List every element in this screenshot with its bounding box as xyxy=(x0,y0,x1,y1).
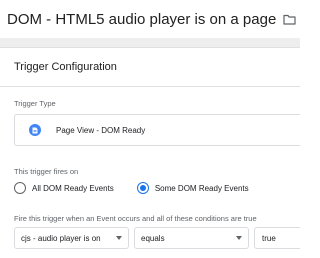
folder-icon[interactable] xyxy=(283,14,296,25)
chevron-down-icon xyxy=(116,236,122,240)
condition-variable-value: cjs - audio player is on xyxy=(21,233,101,243)
radio-unchecked-icon xyxy=(14,182,26,194)
conditions-label: Fire this trigger when an Event occurs a… xyxy=(14,214,257,223)
radio-label: Some DOM Ready Events xyxy=(154,183,249,193)
trigger-type-label: Trigger Type xyxy=(14,99,56,108)
tag-header: DOM - HTML5 audio player is on a page xyxy=(0,0,300,38)
fires-on-label: This trigger fires on xyxy=(14,167,79,176)
trigger-name-title[interactable]: DOM - HTML5 audio player is on a page xyxy=(7,11,276,28)
card-title: Trigger Configuration xyxy=(14,61,117,73)
condition-variable-select[interactable]: cjs - audio player is on xyxy=(14,227,129,249)
page-view-icon xyxy=(29,124,41,136)
condition-value-input[interactable] xyxy=(254,227,300,249)
chevron-down-icon xyxy=(236,236,242,240)
radio-some-dom-ready-events[interactable]: Some DOM Ready Events xyxy=(136,182,249,194)
trigger-type-value: Page View - DOM Ready xyxy=(56,125,146,135)
radio-checked-icon xyxy=(136,182,149,194)
trigger-type-selector[interactable]: Page View - DOM Ready xyxy=(14,114,300,146)
card-divider xyxy=(0,86,300,87)
condition-operator-value: equals xyxy=(141,233,165,243)
radio-label: All DOM Ready Events xyxy=(32,183,114,193)
radio-dot xyxy=(139,185,146,191)
trigger-configuration-card: Trigger Configuration Trigger Type Page … xyxy=(0,47,300,258)
fires-on-radio-group: All DOM Ready Events Some DOM Ready Even… xyxy=(14,180,300,196)
radio-all-dom-ready-events[interactable]: All DOM Ready Events xyxy=(14,182,114,194)
condition-operator-select[interactable]: equals xyxy=(134,227,249,249)
